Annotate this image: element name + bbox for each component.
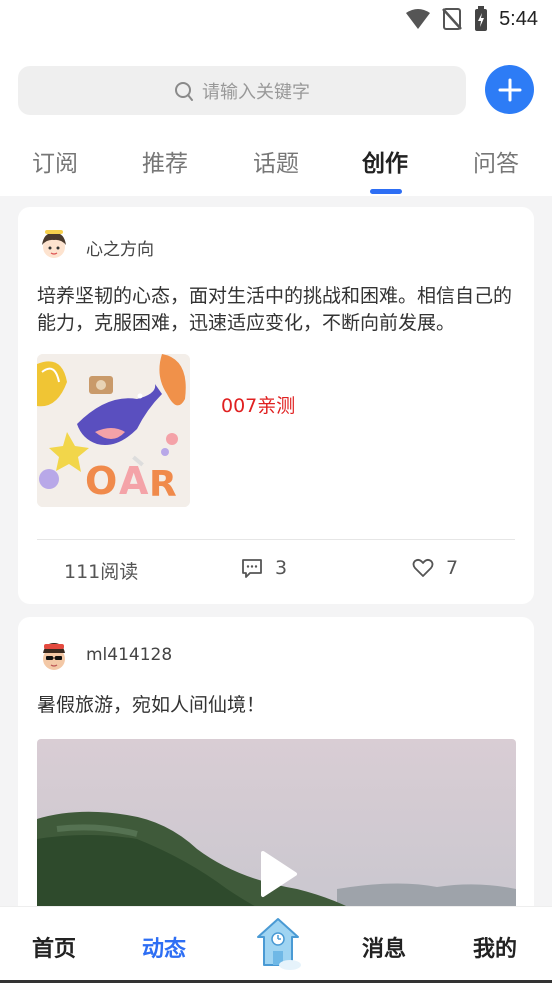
- read-count-label: 111阅读: [64, 561, 139, 583]
- divider: [37, 539, 515, 540]
- like-count: 7: [446, 557, 459, 579]
- search-icon: [175, 81, 193, 101]
- play-icon[interactable]: [259, 849, 299, 899]
- like-button[interactable]: 7: [412, 557, 458, 579]
- post-card[interactable]: ml414128 暑假旅游，宛如人间仙境！: [18, 617, 534, 917]
- comment-icon: [242, 559, 262, 578]
- no-signal-icon: [442, 8, 462, 30]
- bottom-nav: 首页 动态 消息 我的: [0, 906, 552, 980]
- avatar[interactable]: [36, 637, 72, 673]
- tab-create[interactable]: 创作: [362, 144, 408, 178]
- tab-recommend[interactable]: 推荐: [142, 144, 188, 178]
- status-bar: 5:44: [0, 0, 552, 40]
- post-card[interactable]: 心之方向 培养坚韧的心态，面对生活中的挑战和困难。相信自己的能力，克服困难，迅速…: [18, 207, 534, 604]
- svg-text:A: A: [119, 459, 149, 503]
- search-input[interactable]: 请输入关键字: [18, 66, 466, 115]
- wifi-icon: [406, 9, 431, 29]
- nav-profile[interactable]: 我的: [473, 931, 517, 963]
- post-text[interactable]: 暑假旅游，宛如人间仙境！: [37, 692, 517, 719]
- post-text[interactable]: 培养坚韧的心态，面对生活中的挑战和困难。相信自己的能力，克服困难，迅速适应变化，…: [37, 283, 517, 337]
- center-home-icon[interactable]: [254, 917, 302, 971]
- art-illustration: O A R: [37, 354, 190, 507]
- category-tabs: 订阅 推荐 话题 创作 问答: [0, 140, 552, 196]
- add-button[interactable]: [485, 65, 534, 114]
- post-note: 007亲测: [221, 395, 296, 417]
- nav-messages[interactable]: 消息: [362, 931, 406, 963]
- status-time: 5:44: [499, 7, 538, 30]
- active-tab-indicator: [370, 189, 402, 194]
- author-name[interactable]: ml414128: [86, 645, 172, 665]
- author-name[interactable]: 心之方向: [86, 235, 154, 260]
- battery-icon: [475, 6, 488, 31]
- status-icons: 5:44: [405, 6, 538, 32]
- svg-text:O: O: [85, 459, 117, 503]
- post-stats: 111阅读 3 7: [18, 557, 534, 591]
- heart-icon: [412, 558, 434, 577]
- post-video[interactable]: [37, 739, 516, 917]
- comment-count: 3: [275, 557, 288, 579]
- nav-home[interactable]: 首页: [32, 931, 76, 963]
- header: 请输入关键字 订阅 推荐 话题 创作 问答: [0, 40, 552, 196]
- tab-qa[interactable]: 问答: [473, 144, 519, 178]
- plus-icon: [498, 78, 521, 101]
- search-placeholder: 请输入关键字: [202, 81, 310, 103]
- tab-topics[interactable]: 话题: [253, 144, 299, 178]
- post-image[interactable]: O A R: [37, 354, 190, 507]
- read-count: 111阅读: [64, 557, 138, 584]
- nav-feed[interactable]: 动态: [142, 931, 186, 963]
- avatar[interactable]: [36, 227, 72, 263]
- comment-button[interactable]: 3: [241, 557, 287, 579]
- svg-text:R: R: [149, 464, 177, 505]
- tab-subscribe[interactable]: 订阅: [32, 144, 78, 178]
